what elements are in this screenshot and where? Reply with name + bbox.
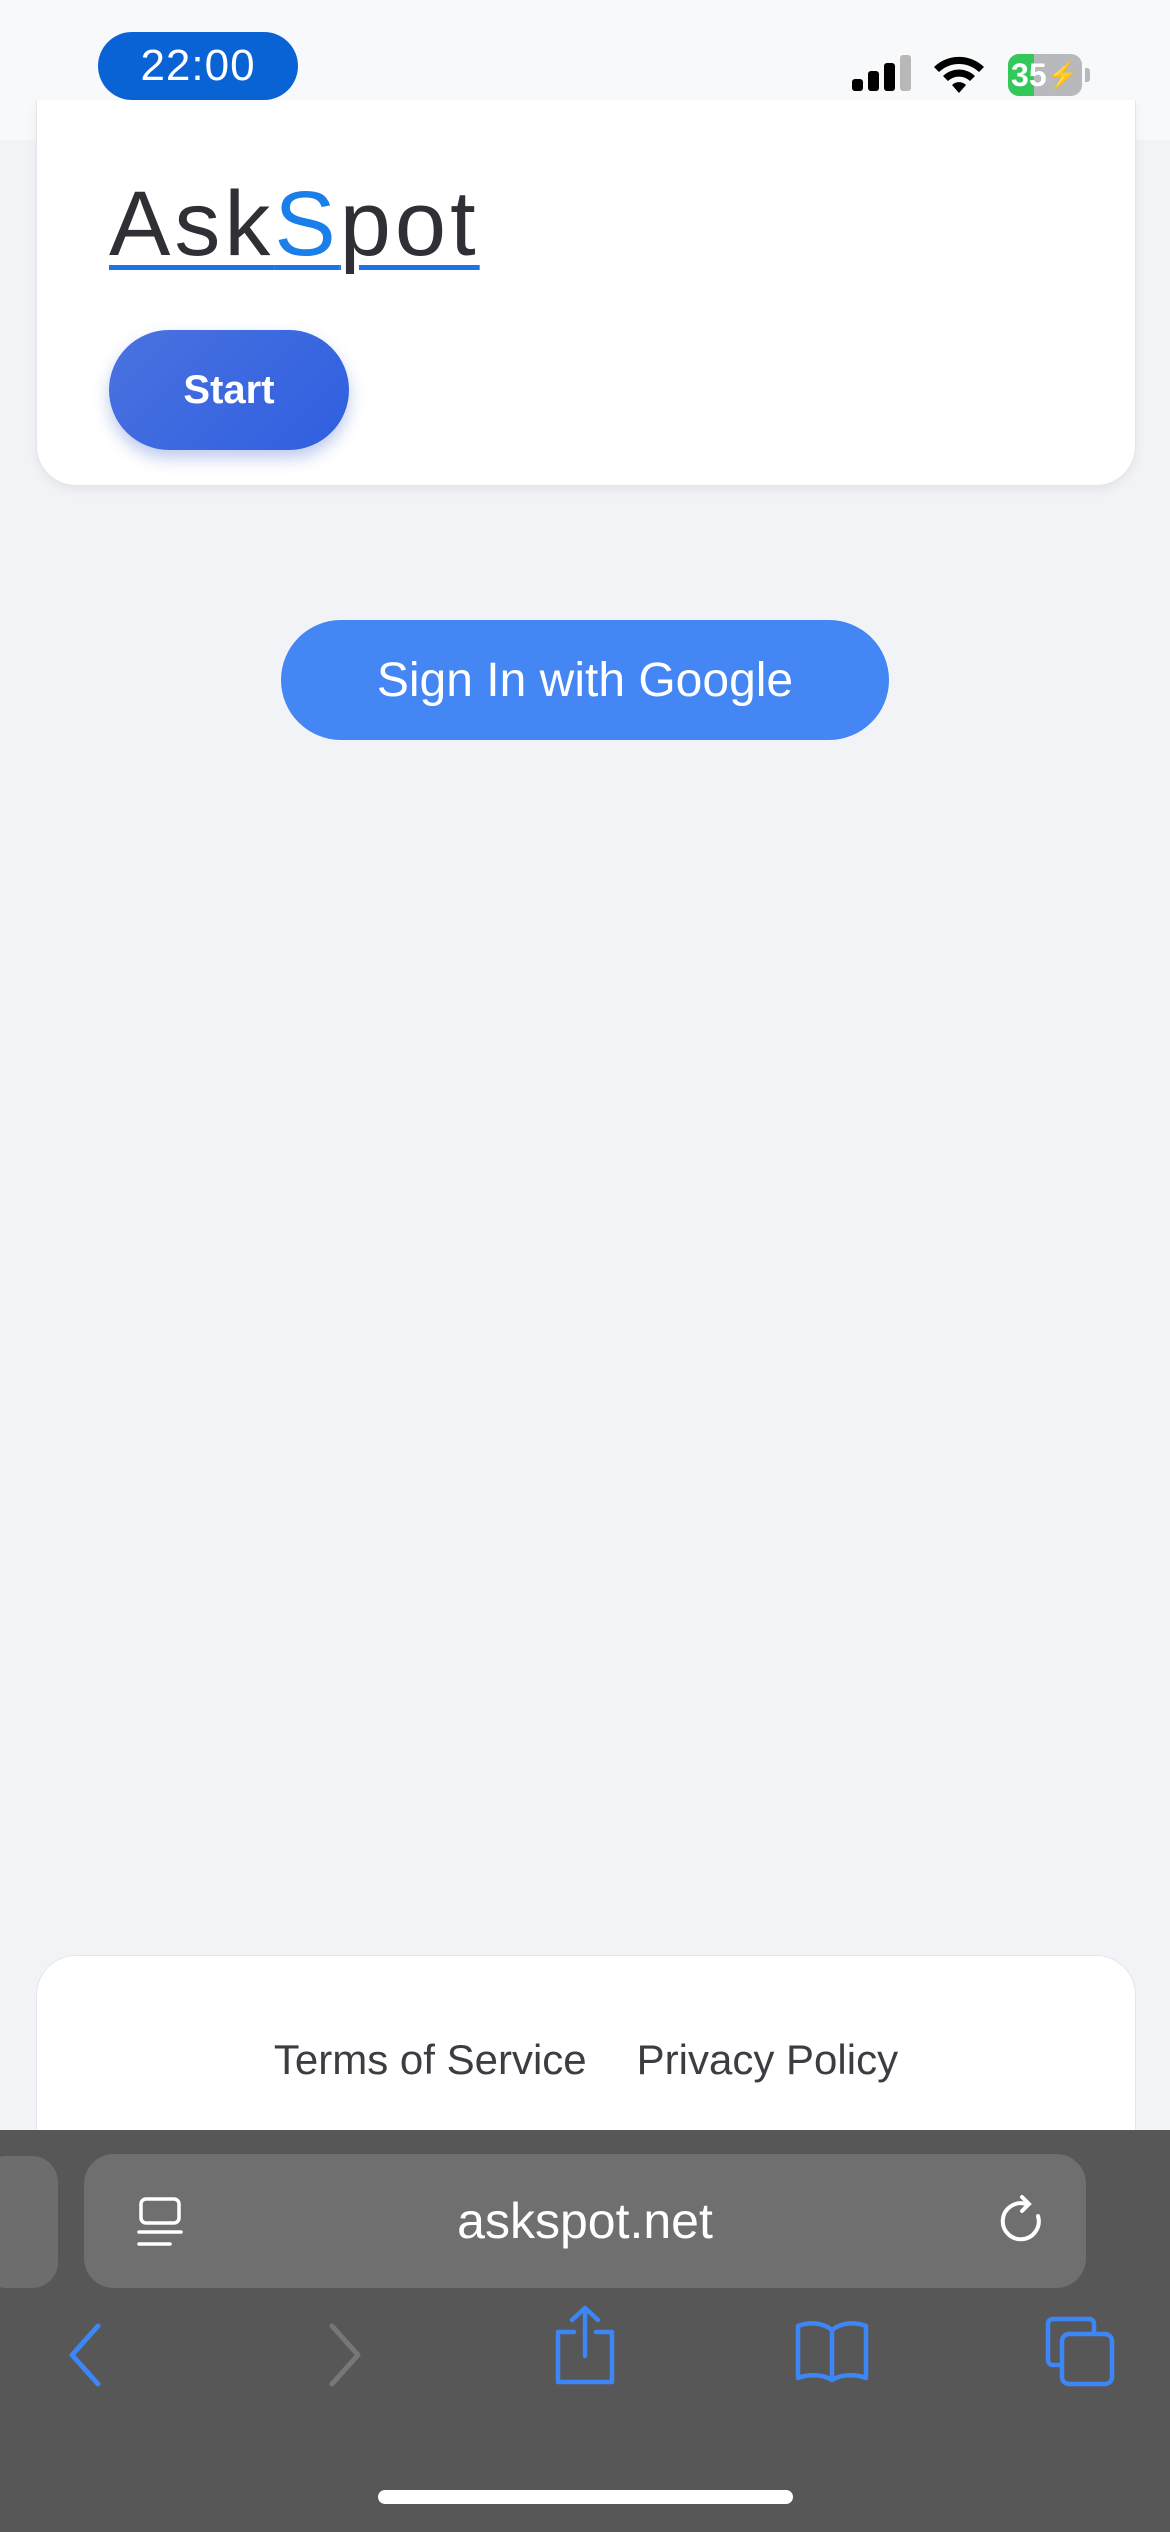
back-icon[interactable] — [62, 2320, 112, 2395]
browser-nav-row — [0, 2305, 1170, 2410]
battery-charging-icon: 35 ⚡ — [1008, 54, 1090, 96]
status-time: 22:00 — [98, 32, 298, 100]
browser-toolbar: askspot.net — [0, 2130, 1170, 2532]
share-icon[interactable] — [552, 2304, 618, 2391]
privacy-link[interactable]: Privacy Policy — [637, 2036, 898, 2084]
status-icons: 35 ⚡ — [850, 50, 1090, 100]
url-text[interactable]: askspot.net — [84, 2154, 1086, 2288]
tabs-icon[interactable] — [1044, 2316, 1116, 2393]
google-signin-button[interactable]: Sign In with Google — [281, 620, 889, 740]
terms-link[interactable]: Terms of Service — [274, 2036, 587, 2084]
forward-icon[interactable] — [318, 2320, 368, 2395]
cellular-signal-icon — [850, 55, 911, 95]
start-button[interactable]: Start — [109, 330, 349, 450]
battery-level: 35 — [1011, 56, 1047, 93]
wifi-icon — [932, 55, 986, 95]
previous-tab-preview[interactable] — [0, 2156, 58, 2288]
logo-link[interactable]: AskSpot — [109, 178, 480, 270]
footer-links: Terms of Service Privacy Policy — [37, 2036, 1135, 2084]
address-bar[interactable]: askspot.net — [84, 2154, 1086, 2288]
reload-icon[interactable] — [998, 2194, 1048, 2253]
footer-card: Terms of Service Privacy Policy — [36, 1955, 1136, 2136]
home-indicator[interactable] — [378, 2490, 793, 2504]
header-card: AskSpot Start — [36, 100, 1136, 486]
bookmarks-icon[interactable] — [794, 2318, 870, 2389]
